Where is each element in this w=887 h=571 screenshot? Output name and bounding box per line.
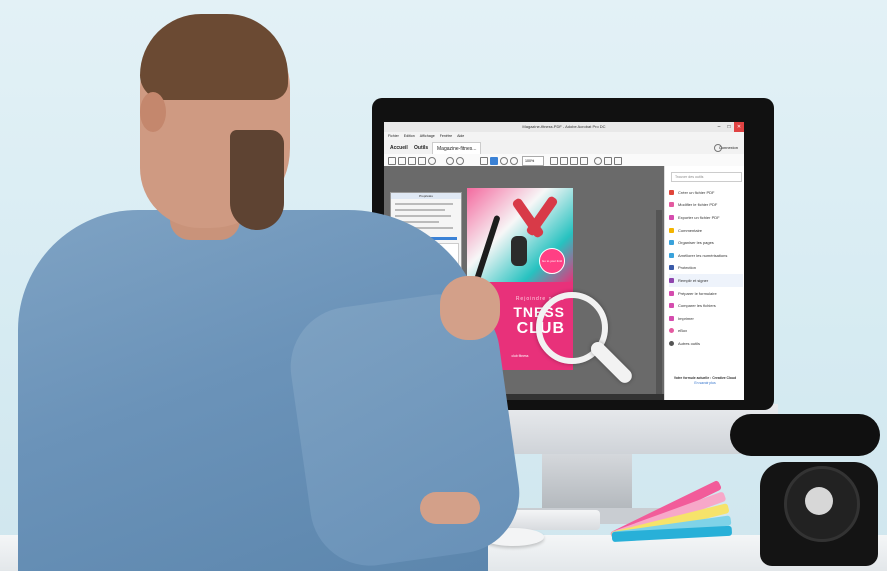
person-hair — [140, 14, 288, 100]
search-icon[interactable] — [428, 157, 436, 165]
menu-bar: Fichier Edition Affichage Fenêtre Aide — [384, 132, 744, 140]
menu-item[interactable]: Edition — [404, 134, 415, 138]
save-icon[interactable] — [398, 157, 406, 165]
tab-bar: Accueil Outils Magazine-fitnes... Connex… — [384, 140, 744, 155]
menu-item[interactable]: Affichage — [420, 134, 435, 138]
minimize-icon[interactable]: – — [714, 122, 724, 132]
menu-item[interactable]: Fichier — [388, 134, 399, 138]
tool-item-print[interactable]: Imprimer — [669, 312, 743, 325]
fill-sign-icon — [669, 277, 674, 283]
compare-files-icon — [669, 303, 674, 309]
tool-item-organize-pages[interactable]: Organiser les pages — [669, 236, 743, 249]
poster-figure — [511, 236, 527, 266]
telephone-handset — [730, 414, 880, 456]
zoom-level[interactable]: 100% — [522, 156, 544, 166]
tool-item-ebox[interactable]: eBox — [669, 325, 743, 338]
crop-icon[interactable] — [550, 157, 558, 165]
mail-icon[interactable] — [418, 157, 426, 165]
comment-icon — [669, 227, 674, 233]
export-pdf-icon — [669, 214, 674, 220]
tab-tools[interactable]: Outils — [410, 142, 432, 154]
create-pdf-icon — [669, 189, 674, 195]
tool-item-prepare-form[interactable]: Préparer le formulaire — [669, 287, 743, 300]
tools-search-input[interactable]: Trouver des outils — [671, 172, 742, 182]
pen-icon[interactable] — [614, 157, 622, 165]
promo-link[interactable]: En savoir plus — [669, 381, 741, 386]
scene: Magazine-fitness.PDF - Adobe Acrobat Pro… — [0, 0, 887, 571]
maximize-icon[interactable]: □ — [724, 122, 734, 132]
signin-link[interactable]: Connexion — [715, 142, 742, 154]
telephone-dial-center — [805, 487, 833, 515]
hand-icon[interactable] — [490, 157, 498, 165]
window-title: Magazine-fitness.PDF - Adobe Acrobat Pro… — [384, 122, 744, 132]
tool-item-export-pdf[interactable]: Exporter un fichier PDF — [669, 211, 743, 224]
close-icon[interactable]: ✕ — [734, 122, 744, 132]
vertical-scrollbar[interactable] — [656, 210, 662, 400]
person-ear — [140, 92, 166, 132]
keyboard-icon[interactable] — [580, 157, 588, 165]
edit-pdf-icon — [669, 202, 674, 208]
poster-stamp: Go to your limit — [539, 248, 565, 274]
magnifier-handle — [588, 339, 635, 386]
organize-pages-icon — [669, 240, 674, 246]
shield-icon — [669, 265, 674, 271]
plus-icon — [669, 340, 674, 346]
star-icon[interactable] — [388, 157, 396, 165]
dialog-title: Propriétés — [391, 193, 461, 199]
scroll-mode-icon[interactable] — [570, 157, 578, 165]
tool-item-edit-pdf[interactable]: Modifier le fichier PDF — [669, 199, 743, 212]
tab-home[interactable]: Accueil — [386, 142, 412, 154]
tools-panel: Trouver des outils Créer un fichier PDF … — [664, 166, 744, 400]
window-controls: – □ ✕ — [714, 122, 744, 132]
ebox-icon — [669, 328, 674, 334]
tool-item-create-pdf[interactable]: Créer un fichier PDF — [669, 186, 743, 199]
enhance-scans-icon — [669, 252, 674, 258]
prev-page-icon[interactable] — [446, 157, 454, 165]
tool-item-fill-sign[interactable]: Remplir et signer — [669, 274, 743, 287]
tool-item-protect[interactable]: Protection — [669, 262, 743, 275]
tool-item-enhance-scans[interactable]: Améliorer les numérisations — [669, 249, 743, 262]
zoom-out-icon[interactable] — [500, 157, 508, 165]
print-icon[interactable] — [408, 157, 416, 165]
next-page-icon[interactable] — [456, 157, 464, 165]
prepare-form-icon — [669, 290, 674, 296]
highlight-icon[interactable] — [604, 157, 612, 165]
print-icon — [669, 315, 674, 321]
tool-item-more-tools[interactable]: Autres outils — [669, 337, 743, 350]
person-left-hand — [420, 492, 480, 524]
menu-item[interactable]: Aide — [457, 134, 464, 138]
person-beard — [230, 130, 284, 230]
zoom-in-icon[interactable] — [510, 157, 518, 165]
cursor-icon[interactable] — [480, 157, 488, 165]
tools-list: Créer un fichier PDF Modifier le fichier… — [669, 186, 743, 350]
fit-page-icon[interactable] — [560, 157, 568, 165]
tool-item-compare-files[interactable]: Comparer les fichiers — [669, 299, 743, 312]
plan-promo: Votre formule actuelle : Creative Cloud … — [669, 376, 741, 386]
person-right-hand — [440, 276, 500, 340]
menu-item[interactable]: Fenêtre — [440, 134, 452, 138]
comment-icon[interactable] — [594, 157, 602, 165]
poster-logo: club fitness — [511, 354, 529, 358]
tool-item-comment[interactable]: Commentaire — [669, 224, 743, 237]
